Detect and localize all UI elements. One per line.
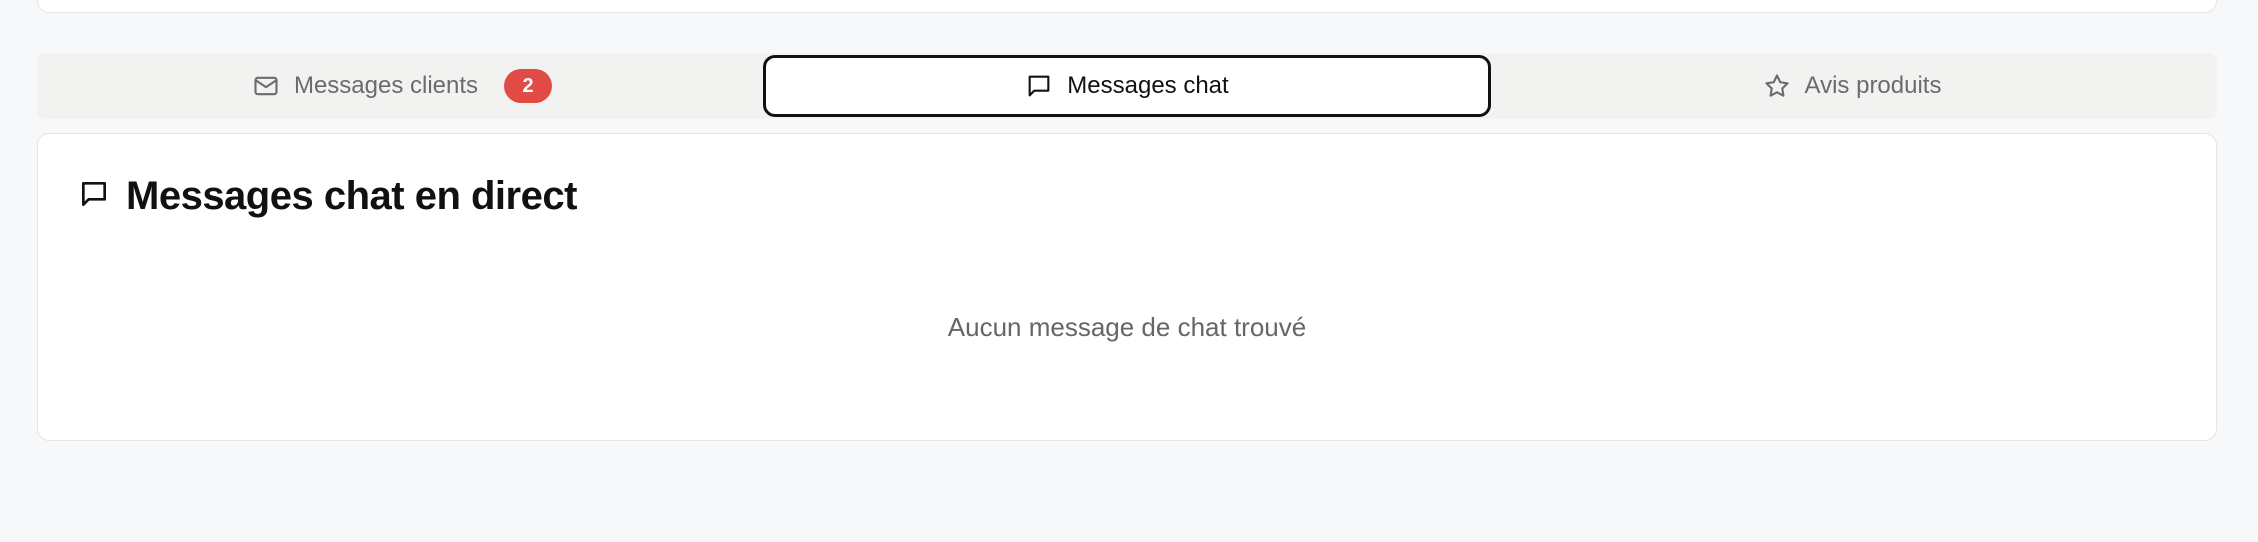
panel-header: Messages chat en direct bbox=[78, 174, 577, 219]
tab-label: Messages chat bbox=[1067, 72, 1229, 99]
chat-messages-panel: Messages chat en direct Aucun message de… bbox=[37, 133, 2217, 441]
star-icon bbox=[1763, 72, 1791, 100]
tab-avis-produits[interactable]: Avis produits bbox=[1491, 55, 2213, 117]
tab-messages-clients[interactable]: Messages clients 2 bbox=[41, 55, 763, 117]
unread-badge: 2 bbox=[504, 69, 553, 103]
tab-bar: Messages clients 2 Messages chat Avis pr… bbox=[37, 53, 2217, 119]
tab-label: Avis produits bbox=[1804, 72, 1942, 99]
empty-state-text: Aucun message de chat trouvé bbox=[947, 312, 1307, 342]
chat-bubble-icon bbox=[78, 178, 110, 215]
mail-icon bbox=[252, 72, 280, 100]
previous-card bbox=[37, 0, 2217, 13]
tab-label: Messages clients bbox=[293, 72, 479, 99]
chat-bubble-icon bbox=[1025, 72, 1053, 100]
panel-title: Messages chat en direct bbox=[126, 174, 577, 218]
tab-messages-chat[interactable]: Messages chat bbox=[763, 55, 1491, 117]
